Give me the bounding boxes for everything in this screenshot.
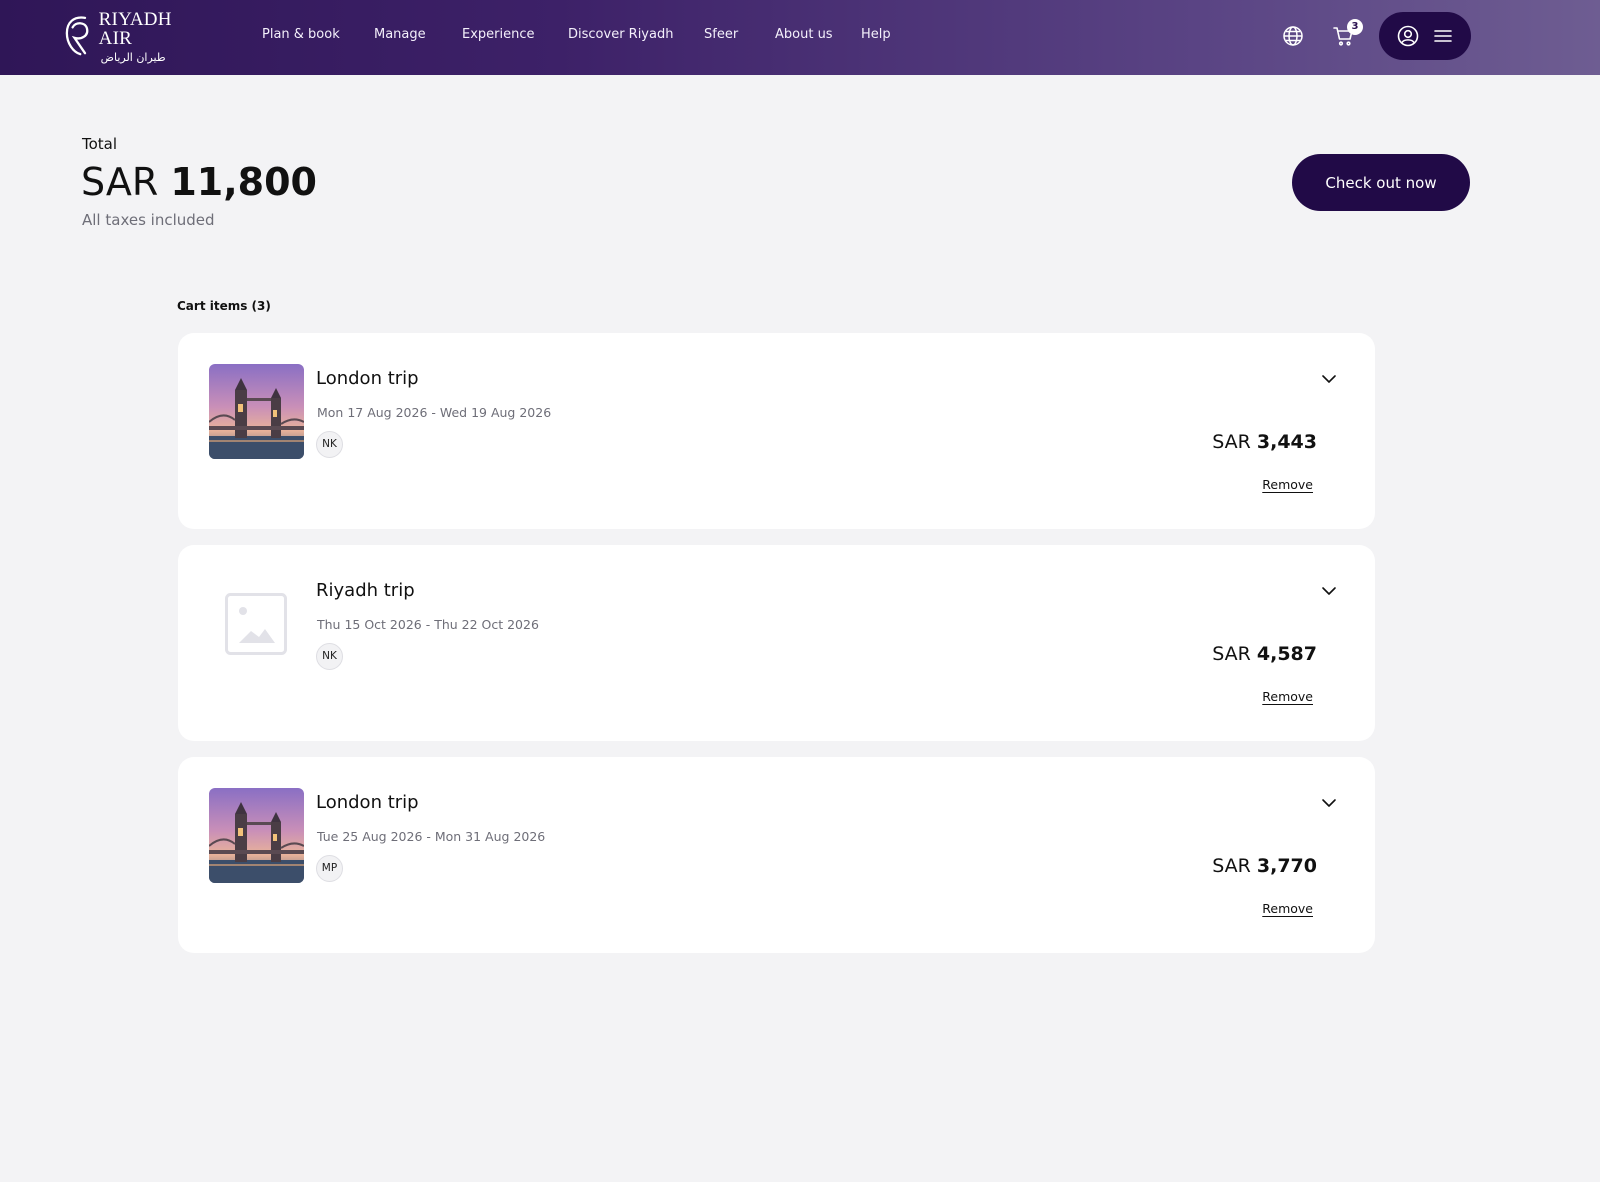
tower-bridge-photo xyxy=(209,788,304,883)
item-price: SAR 3,770 xyxy=(1212,855,1317,877)
remove-item-link[interactable]: Remove xyxy=(1262,901,1313,916)
total-value: 11,800 xyxy=(170,160,317,204)
image-placeholder-icon xyxy=(225,593,287,655)
total-currency: SAR xyxy=(81,160,159,204)
traveler-avatar: NK xyxy=(316,643,343,670)
traveler-avatar: NK xyxy=(316,431,343,458)
chevron-down-icon[interactable] xyxy=(1319,369,1339,389)
trip-dates: Thu 15 Oct 2026 - Thu 22 Oct 2026 xyxy=(317,617,539,632)
menu-icon xyxy=(1434,30,1452,42)
cart-items-heading: Cart items (3) xyxy=(177,299,271,313)
price-value: 3,443 xyxy=(1256,431,1317,453)
item-price: SAR 3,443 xyxy=(1212,431,1317,453)
checkout-button[interactable]: Check out now xyxy=(1292,154,1470,211)
logo-mark-icon xyxy=(65,16,89,56)
account-menu-button[interactable] xyxy=(1379,12,1471,60)
remove-item-link[interactable]: Remove xyxy=(1262,477,1313,492)
price-currency: SAR xyxy=(1212,643,1251,665)
nav-plan-and-book[interactable]: Plan & book xyxy=(262,27,340,42)
trip-name: London trip xyxy=(316,792,419,813)
nav-experience[interactable]: Experience xyxy=(462,27,535,42)
taxes-note: All taxes included xyxy=(82,211,215,229)
nav-manage[interactable]: Manage xyxy=(374,27,426,42)
price-value: 4,587 xyxy=(1256,643,1317,665)
trip-name: Riyadh trip xyxy=(316,580,415,601)
price-currency: SAR xyxy=(1212,431,1251,453)
logo-text: RIYADH AIR xyxy=(98,8,172,49)
riyadh-air-logo[interactable]: RIYADH AIR طيران الرياض xyxy=(64,8,204,63)
price-value: 3,770 xyxy=(1256,855,1317,877)
remove-item-link[interactable]: Remove xyxy=(1262,689,1313,704)
trip-name: London trip xyxy=(316,368,419,389)
total-label: Total xyxy=(82,135,118,153)
cart-count-badge: 3 xyxy=(1347,19,1363,35)
logo-arabic-text: طيران الرياض xyxy=(100,50,166,64)
item-price: SAR 4,587 xyxy=(1212,643,1317,665)
cart-item-card: Riyadh trip Thu 15 Oct 2026 - Thu 22 Oct… xyxy=(178,545,1375,741)
chevron-down-icon[interactable] xyxy=(1319,793,1339,813)
nav-discover-riyadh[interactable]: Discover Riyadh xyxy=(568,27,673,42)
user-icon xyxy=(1397,25,1419,47)
trip-dates: Tue 25 Aug 2026 - Mon 31 Aug 2026 xyxy=(317,829,546,844)
tower-bridge-photo xyxy=(209,364,304,459)
traveler-avatar: MP xyxy=(316,855,343,882)
chevron-down-icon[interactable] xyxy=(1319,581,1339,601)
cart-item-card: London trip Tue 25 Aug 2026 - Mon 31 Aug… xyxy=(178,757,1375,953)
cart-item-card: London trip Mon 17 Aug 2026 - Wed 19 Aug… xyxy=(178,333,1375,529)
top-navigation-bar: RIYADH AIR طيران الرياض Plan & book Mana… xyxy=(0,0,1600,75)
nav-help[interactable]: Help xyxy=(861,27,891,42)
trip-dates: Mon 17 Aug 2026 - Wed 19 Aug 2026 xyxy=(317,405,552,420)
total-amount: SAR 11,800 xyxy=(81,158,317,206)
nav-about-us[interactable]: About us xyxy=(775,27,833,42)
price-currency: SAR xyxy=(1212,855,1251,877)
nav-sfeer[interactable]: Sfeer xyxy=(704,27,738,42)
globe-icon[interactable] xyxy=(1281,24,1305,48)
